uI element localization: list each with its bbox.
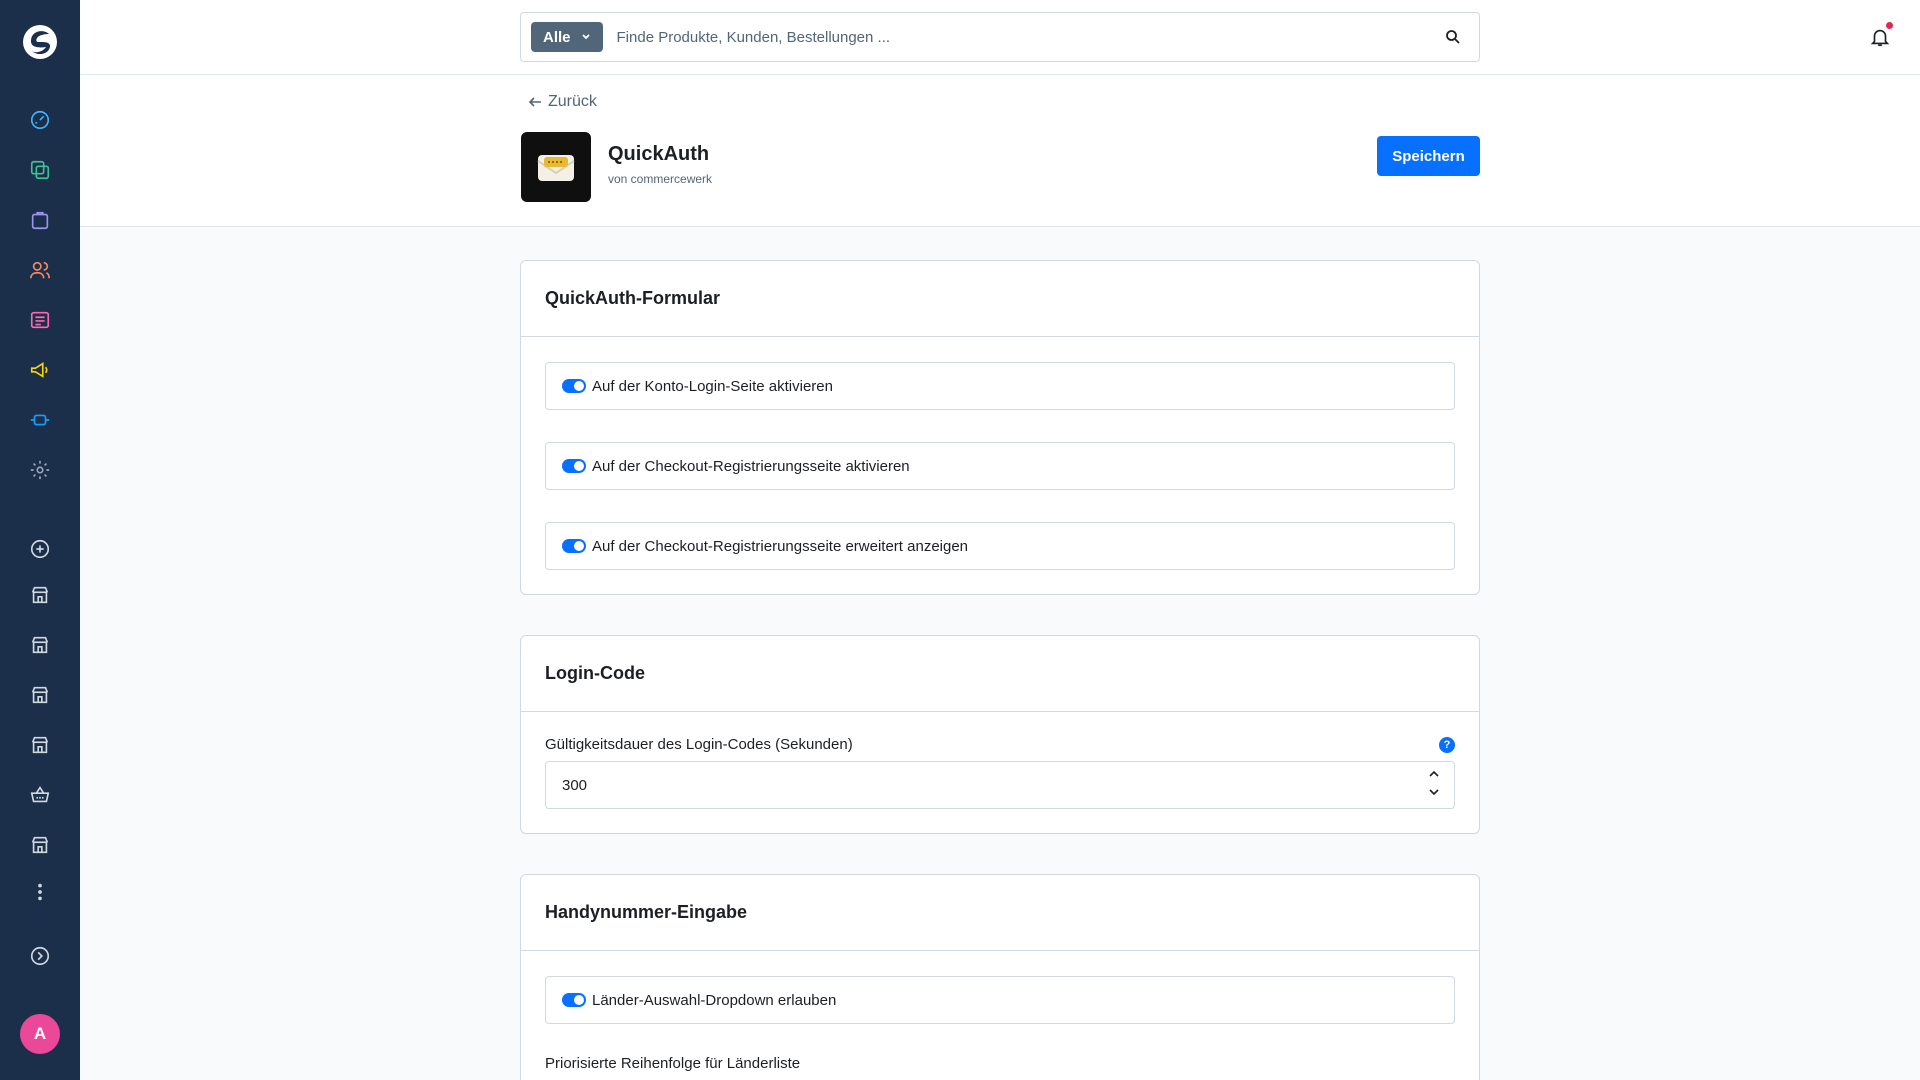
search-icon[interactable] [1433, 17, 1473, 57]
switch-label: Auf der Checkout-Registrierungsseite erw… [592, 537, 969, 555]
switch-country-dropdown[interactable]: Länder-Auswahl-Dropdown erlauben [545, 976, 1455, 1024]
search-type-select[interactable]: Alle [531, 22, 603, 52]
toggle-switch[interactable] [562, 379, 586, 393]
app-author: von commercewerk [608, 172, 713, 186]
arrow-left-icon [528, 97, 541, 107]
chevron-down-icon[interactable] [1428, 786, 1440, 798]
toggle-switch[interactable] [562, 459, 586, 473]
switch-label: Länder-Auswahl-Dropdown erlauben [592, 991, 837, 1009]
back-link[interactable]: Zurück [528, 93, 597, 111]
basket-icon[interactable] [25, 780, 55, 810]
global-search: Alle [520, 12, 1480, 62]
storefront-icon[interactable] [25, 630, 55, 660]
storefront-icon[interactable] [25, 730, 55, 760]
help-badge-icon[interactable]: ? [1439, 737, 1455, 753]
search-type-label: Alle [543, 28, 571, 46]
expand-icon[interactable] [25, 941, 55, 971]
shopware-logo[interactable] [20, 22, 60, 62]
save-button[interactable]: Speichern [1377, 136, 1480, 176]
card-title: Login-Code [521, 636, 1479, 712]
back-label: Zurück [548, 93, 597, 110]
notifications-bell-icon[interactable] [1865, 22, 1895, 52]
marketing-icon[interactable] [25, 355, 55, 385]
sidebar: A [0, 0, 80, 1080]
extensions-icon[interactable] [25, 405, 55, 435]
add-sales-channel-icon[interactable] [25, 534, 55, 564]
top-bar: Alle [80, 0, 1920, 75]
orders-icon[interactable] [25, 205, 55, 235]
notification-dot [1886, 22, 1893, 29]
login-code-card: Login-Code Gültigkeitsdauer des Login-Co… [520, 635, 1480, 834]
app-title: QuickAuth [608, 143, 710, 165]
card-title: Handynummer-Eingabe [521, 875, 1479, 951]
settings-icon[interactable] [25, 455, 55, 485]
dashboard-icon[interactable] [25, 105, 55, 135]
customers-icon[interactable] [25, 255, 55, 285]
switch-label: Auf der Checkout-Registrierungsseite akt… [592, 457, 910, 475]
search-input[interactable] [616, 28, 1433, 46]
toggle-switch[interactable] [562, 539, 586, 553]
switch-login-page[interactable]: Auf der Konto-Login-Seite aktivieren [545, 362, 1455, 410]
field-label: Gültigkeitsdauer des Login-Codes (Sekund… [545, 736, 853, 753]
storefront-icon[interactable] [25, 680, 55, 710]
page-header: Zurück QuickAuth von commercewerk Speich… [80, 75, 1920, 227]
switch-checkout-extended[interactable]: Auf der Checkout-Registrierungsseite erw… [545, 522, 1455, 570]
storefront-icon[interactable] [25, 830, 55, 860]
content-icon[interactable] [25, 305, 55, 335]
storefront-icon[interactable] [25, 580, 55, 610]
switch-label: Auf der Konto-Login-Seite aktivieren [592, 377, 833, 395]
quickauth-form-card: QuickAuth-Formular Auf der Konto-Login-S… [520, 260, 1480, 595]
phone-input-card: Handynummer-Eingabe Länder-Auswahl-Dropd… [520, 874, 1480, 1080]
app-icon [521, 132, 591, 202]
login-code-duration-input[interactable]: 300 [545, 761, 1455, 809]
number-stepper [1428, 768, 1440, 798]
toggle-switch[interactable] [562, 993, 586, 1007]
switch-checkout-registration[interactable]: Auf der Checkout-Registrierungsseite akt… [545, 442, 1455, 490]
avatar[interactable]: A [20, 1014, 60, 1054]
chevron-up-icon[interactable] [1428, 768, 1440, 780]
catalog-icon[interactable] [25, 155, 55, 185]
input-value: 300 [562, 776, 588, 794]
more-icon[interactable] [25, 877, 55, 907]
chevron-down-icon [581, 34, 590, 40]
field-label: Priorisierte Reihenfolge für Länderliste [545, 1055, 801, 1072]
card-title: QuickAuth-Formular [521, 261, 1479, 337]
